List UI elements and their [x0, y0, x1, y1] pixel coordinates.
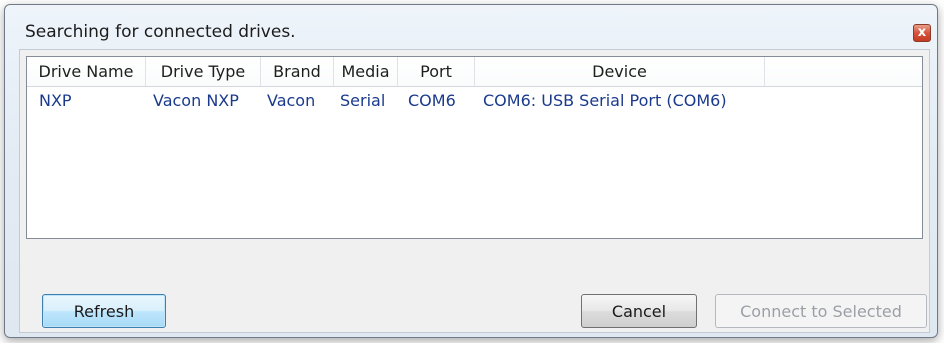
- cancel-button[interactable]: Cancel: [581, 294, 697, 328]
- column-header-port[interactable]: Port: [398, 57, 475, 86]
- column-header-drive-type[interactable]: Drive Type: [146, 57, 261, 86]
- column-header-device[interactable]: Device: [475, 57, 765, 86]
- column-header-media[interactable]: Media: [334, 57, 398, 86]
- cell-media: Serial: [340, 91, 386, 110]
- cell-drive-name: NXP: [39, 91, 72, 110]
- cell-device: COM6: USB Serial Port (COM6): [483, 91, 727, 110]
- close-icon[interactable]: x: [913, 24, 931, 42]
- drive-list[interactable]: Drive Name Drive Type Brand Media Port D…: [26, 56, 923, 239]
- search-drives-dialog: Searching for connected drives. x Drive …: [4, 4, 938, 338]
- dialog-title: Searching for connected drives.: [25, 22, 296, 42]
- cell-drive-type: Vacon NXP: [153, 91, 239, 110]
- refresh-button[interactable]: Refresh: [42, 294, 166, 328]
- table-row[interactable]: NXP Vacon NXP Vacon Serial COM6 COM6: US…: [27, 88, 922, 114]
- column-header-drive-name[interactable]: Drive Name: [27, 57, 146, 86]
- cell-port: COM6: [408, 91, 456, 110]
- cell-brand: Vacon: [267, 91, 316, 110]
- column-header-brand[interactable]: Brand: [261, 57, 334, 86]
- title-bar[interactable]: Searching for connected drives. x: [5, 5, 937, 49]
- dialog-body: Drive Name Drive Type Brand Media Port D…: [19, 49, 930, 333]
- connect-to-selected-button[interactable]: Connect to Selected: [715, 294, 927, 328]
- drive-list-header: Drive Name Drive Type Brand Media Port D…: [27, 57, 922, 87]
